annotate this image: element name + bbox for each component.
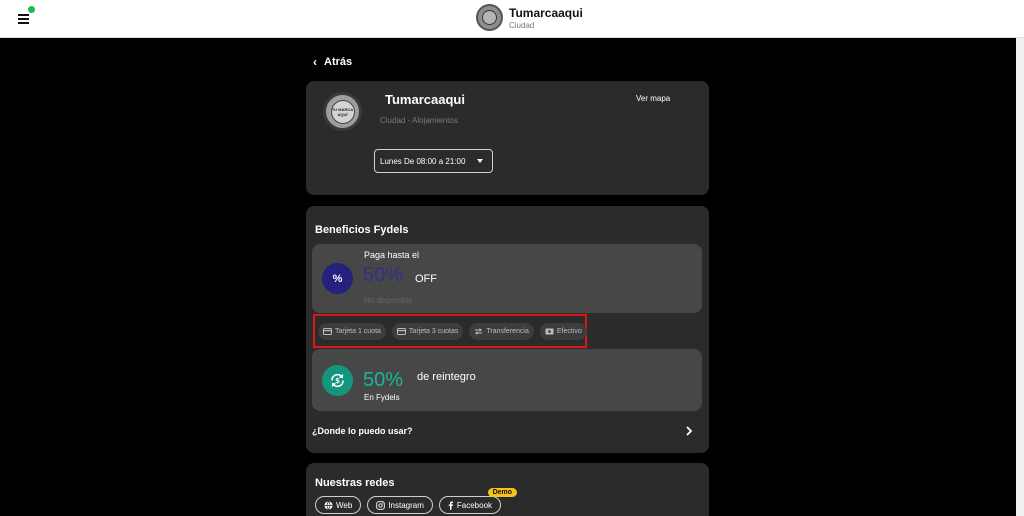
web-label: Web (336, 500, 353, 510)
social-title: Nuestras redes (315, 477, 395, 489)
benefits-card: Beneficios Fydels % Paga hasta el 50% OF… (306, 206, 709, 453)
page-scrollbar[interactable] (1016, 38, 1024, 516)
payment-chip-card-1[interactable]: Tarjeta 1 cuota (318, 323, 386, 340)
payment-chip-card-3[interactable]: Tarjeta 3 cuotas (391, 323, 464, 340)
payment-methods-highlight: Tarjeta 1 cuota Tarjeta 3 cuotas Transfe… (313, 314, 587, 348)
business-header-card: TU MARCA AQUÍ Tumarcaaqui Ciudad - Aloja… (306, 81, 709, 195)
cash-icon (545, 328, 554, 335)
payment-chip-label: Efectivo (556, 328, 582, 335)
hamburger-menu-icon[interactable] (18, 14, 30, 24)
chevron-left-icon: ‹ (313, 55, 317, 69)
discount-suffix: OFF (415, 273, 437, 285)
credit-card-icon (323, 328, 332, 335)
notification-dot (28, 6, 35, 13)
brand-logo (476, 4, 503, 31)
refund-suffix: de reintegro (417, 371, 476, 383)
demo-badge: Demo (487, 488, 518, 497)
back-label: Atrás (324, 56, 353, 68)
percent-icon: % (322, 263, 353, 294)
refund-percent: 50% (363, 369, 404, 391)
back-button[interactable]: ‹ Atrás (313, 55, 352, 69)
where-to-use-link[interactable]: ¿Donde lo puedo usar? (312, 426, 413, 436)
discount-percent: 50% (363, 264, 404, 286)
refund-source: En Fydels (364, 393, 400, 402)
top-bar: Tumarcaaqui Ciudad (0, 0, 1024, 38)
business-subtitle: Ciudad - Alojamientos (380, 116, 458, 125)
discount-benefit[interactable]: % Paga hasta el 50% OFF No disponible (312, 244, 702, 313)
discount-status: No disponible (364, 296, 413, 305)
payment-chip-label: Tarjeta 3 cuotas (408, 328, 459, 335)
instagram-label: Instagram (388, 500, 424, 510)
payment-chip-transfer[interactable]: Transferencia (469, 323, 534, 340)
business-logo-text: TU MARCA AQUÍ (330, 99, 355, 124)
benefits-title: Beneficios Fydels (315, 224, 409, 236)
instagram-button[interactable]: Instagram (367, 496, 433, 514)
payment-chip-label: Transferencia (486, 328, 529, 335)
social-card: Nuestras redes Web Instagram Facebook De… (306, 463, 709, 516)
credit-card-icon (396, 328, 406, 335)
transfer-arrows-icon (475, 328, 483, 335)
hours-dropdown[interactable]: Lunes De 08:00 a 21:00 (374, 149, 493, 173)
brand-name: Tumarcaaqui (509, 6, 583, 20)
instagram-icon (376, 500, 386, 510)
caret-down-icon (477, 159, 483, 163)
refund-cycle-icon: $ (322, 365, 353, 396)
web-button[interactable]: Web (315, 496, 362, 514)
business-name: Tumarcaaqui (385, 92, 465, 107)
globe-icon (324, 500, 333, 510)
business-logo: TU MARCA AQUÍ (323, 92, 362, 131)
brand-city: Ciudad (509, 21, 535, 30)
payment-chip-cash[interactable]: Efectivo (539, 323, 587, 340)
refund-benefit[interactable]: $ 50% de reintegro En Fydels (312, 349, 702, 411)
hours-selected-value: Lunes De 08:00 a 21:00 (380, 156, 466, 166)
discount-pay-label: Paga hasta el (364, 250, 420, 260)
view-map-link[interactable]: Ver mapa (636, 94, 670, 103)
chevron-right-icon[interactable] (683, 425, 695, 437)
facebook-icon (448, 501, 453, 510)
facebook-label: Facebook (456, 500, 493, 510)
facebook-button[interactable]: Facebook Demo (438, 488, 518, 514)
svg-text:$: $ (335, 377, 340, 385)
payment-chip-label: Tarjeta 1 cuota (335, 328, 381, 335)
